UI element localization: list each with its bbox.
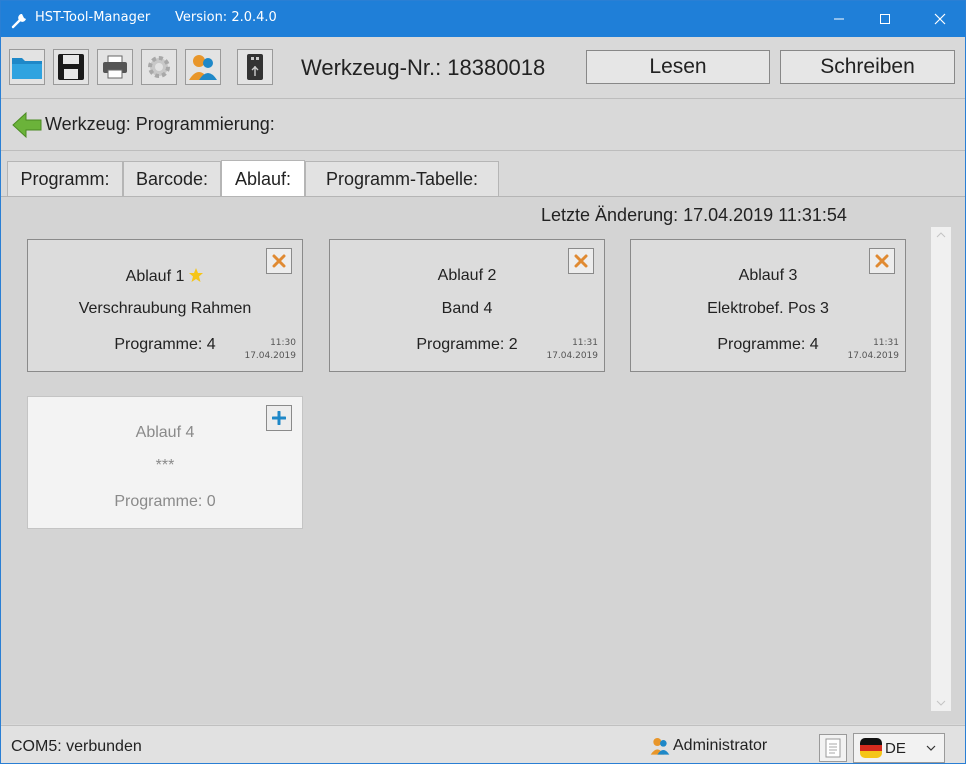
language-select[interactable]: DE (853, 733, 945, 763)
toolbar: Werkzeug-Nr.: 18380018 Lesen Schreiben (1, 37, 965, 99)
maximize-button[interactable] (862, 1, 908, 37)
close-button[interactable] (917, 1, 963, 37)
delete-button[interactable] (568, 248, 594, 274)
tab-programm[interactable]: Programm: (7, 161, 123, 196)
card-title: Ablauf 4 (135, 424, 195, 441)
card-description: Verschraubung Rahmen (78, 300, 252, 317)
delete-button[interactable] (869, 248, 895, 274)
maximize-icon (880, 14, 890, 24)
add-button[interactable] (266, 405, 292, 431)
german-flag-icon (860, 738, 882, 758)
ablauf-panel: Letzte Änderung: 17.04.2019 11:31:54 Abl… (1, 196, 965, 724)
breadcrumb: Werkzeug: Programmierung: (1, 99, 965, 151)
card-time: 11:31 (572, 338, 598, 348)
printer-icon (103, 55, 127, 79)
document-icon (825, 738, 841, 758)
delete-button[interactable] (266, 248, 292, 274)
ablauf-card[interactable]: Ablauf 2 Band 4 Programme: 2 11:31 17.04… (329, 239, 605, 372)
chevron-down-icon (926, 745, 936, 751)
user-button[interactable] (185, 49, 221, 85)
delete-icon (574, 254, 588, 268)
card-title: Ablauf 1 (28, 267, 302, 286)
save-icon (58, 54, 84, 80)
back-arrow-icon[interactable] (11, 109, 43, 141)
card-title: Ablauf 3 (738, 267, 798, 284)
card-time: 11:30 (270, 338, 296, 348)
wrench-icon (11, 14, 26, 29)
title-bar[interactable]: HST-Tool-Manager Version: 2.0.4.0 (1, 1, 965, 37)
delete-icon (875, 254, 889, 268)
card-description: Band 4 (441, 300, 493, 317)
usb-icon (247, 54, 263, 80)
star-icon (189, 268, 204, 282)
gear-icon (148, 56, 170, 78)
card-time: 11:31 (873, 338, 899, 348)
card-program-count: Programme: 0 (114, 493, 216, 510)
app-title: HST-Tool-Manager (35, 10, 151, 25)
tab-ablauf[interactable]: Ablauf: (221, 160, 305, 197)
log-button[interactable] (819, 734, 847, 762)
card-title: Ablauf 2 (437, 267, 497, 284)
minimize-button[interactable] (816, 1, 862, 37)
tab-barcode[interactable]: Barcode: (123, 161, 221, 196)
version-label: Version: 2.0.4.0 (175, 10, 277, 25)
close-icon (934, 13, 946, 25)
status-bar: COM5: verbunden Administrator DE (1, 725, 965, 763)
card-date: 17.04.2019 (546, 351, 598, 361)
vertical-scrollbar[interactable] (931, 227, 951, 711)
card-date: 17.04.2019 (244, 351, 296, 361)
plus-icon (272, 411, 286, 425)
usb-button[interactable] (237, 49, 273, 85)
user-name: Administrator (673, 737, 768, 754)
app-window: HST-Tool-Manager Version: 2.0.4.0 Werkze… (0, 0, 966, 764)
current-user[interactable]: Administrator (649, 736, 767, 756)
connection-status: COM5: verbunden (11, 738, 142, 755)
ablauf-card[interactable]: Ablauf 1 Verschraubung Rahmen Programme:… (27, 239, 303, 372)
chevron-up-icon[interactable] (931, 227, 951, 243)
user-icon (189, 55, 217, 80)
write-button[interactable]: Schreiben (780, 50, 955, 84)
tool-number-label: Werkzeug-Nr.: 18380018 (301, 55, 546, 80)
ablauf-card-empty[interactable]: Ablauf 4 *** Programme: 0 (27, 396, 303, 529)
tab-programm-tabelle[interactable]: Programm-Tabelle: (305, 161, 499, 196)
page-title: Werkzeug: Programmierung: (45, 114, 275, 134)
language-label: DE (885, 739, 906, 757)
print-button[interactable] (97, 49, 133, 85)
user-icon (650, 738, 670, 755)
open-button[interactable] (9, 49, 45, 85)
delete-icon (272, 254, 286, 268)
card-description: *** (155, 457, 175, 474)
ablauf-card[interactable]: Ablauf 3 Elektrobef. Pos 3 Programme: 4 … (630, 239, 906, 372)
chevron-down-icon[interactable] (931, 695, 951, 711)
folder-icon (12, 58, 42, 79)
save-button[interactable] (53, 49, 89, 85)
minimize-icon (834, 18, 844, 20)
card-date: 17.04.2019 (847, 351, 899, 361)
card-description: Elektrobef. Pos 3 (707, 300, 829, 317)
last-change-label: Letzte Änderung: 17.04.2019 11:31:54 (541, 205, 847, 225)
settings-button[interactable] (141, 49, 177, 85)
read-button[interactable]: Lesen (586, 50, 770, 84)
